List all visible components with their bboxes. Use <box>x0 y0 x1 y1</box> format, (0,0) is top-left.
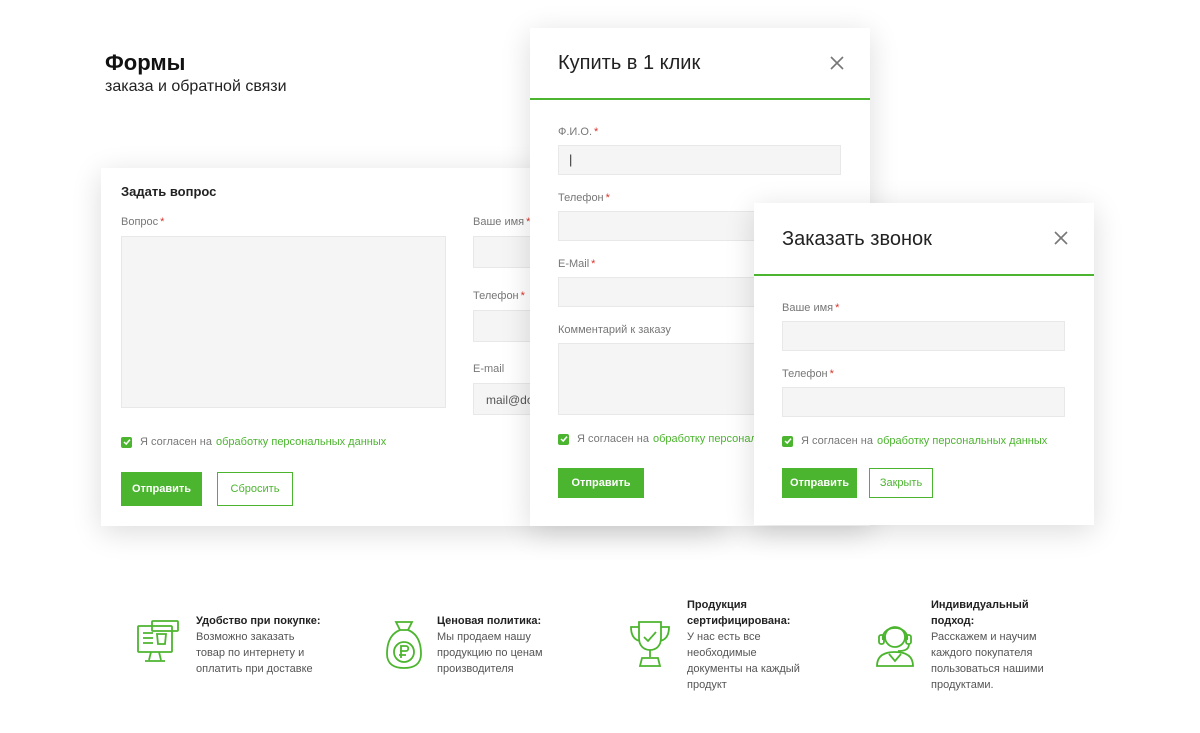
call-consent-link[interactable]: обработку персональных данных <box>877 435 1047 447</box>
buy-email-label: E-Mail * <box>558 258 596 270</box>
buy-phone-label: Телефон * <box>558 192 610 204</box>
fio-input[interactable]: | <box>558 145 841 175</box>
comment-label: Комментарий к заказу <box>558 324 671 336</box>
buy-consent-link[interactable]: обработку персональ <box>653 433 763 445</box>
email-label: E-mail <box>473 363 505 375</box>
support-agent-icon <box>876 626 914 667</box>
phone-label: Телефон * <box>473 290 525 302</box>
submit-button[interactable]: Отправить <box>121 472 202 506</box>
feature-title-1: Удобство при покупке: <box>196 615 321 627</box>
buy-submit-button[interactable]: Отправить <box>558 468 644 498</box>
fio-label: Ф.И.О. * <box>558 126 599 138</box>
feature-text-3: У нас есть все необходимые документы на ка… <box>687 631 800 691</box>
reset-button[interactable]: Сбросить <box>217 472 293 506</box>
buy-modal-title: Купить в 1 клик <box>558 52 701 74</box>
close-icon[interactable] <box>1054 231 1068 245</box>
feature-title-2: Ценовая политика: <box>437 615 542 627</box>
call-name-label: Ваше имя * <box>782 302 840 314</box>
buy-consent-checkbox[interactable] <box>558 433 569 445</box>
call-close-button[interactable]: Закрыть <box>869 468 933 498</box>
buy-consent: Я согласен на обработку персональ <box>558 433 763 445</box>
call-modal-title: Заказать звонок <box>782 228 932 250</box>
feature-text-2: Мы продаем нашу продукцию по ценам произво… <box>437 631 543 675</box>
close-icon[interactable] <box>830 56 844 70</box>
call-consent-checkbox[interactable] <box>782 435 793 447</box>
name-label: Ваше имя * <box>473 216 531 228</box>
check-icon <box>559 436 568 443</box>
call-modal-divider <box>754 274 1094 276</box>
call-consent: Я согласен на обработку персональных дан… <box>782 435 1047 447</box>
consent-link[interactable]: обработку персональных данных <box>216 436 386 448</box>
call-name-input[interactable] <box>782 321 1065 351</box>
check-icon <box>122 439 131 446</box>
call-phone-input[interactable] <box>782 387 1065 417</box>
check-icon <box>783 438 792 445</box>
call-submit-button[interactable]: Отправить <box>782 468 857 498</box>
order-call-modal: Заказать звонок Ваше имя * Телефон * Я сог… <box>754 203 1094 525</box>
feature-text-1: Возможно заказать товар по интернету и опл… <box>196 631 313 675</box>
question-consent: Я согласен на обработку персональных дан… <box>121 436 386 448</box>
question-form-title: Задать вопрос <box>121 184 217 199</box>
buy-modal-divider <box>530 98 870 100</box>
feature-title-4: Индивидуальный подход: <box>931 599 1029 627</box>
consent-checkbox[interactable] <box>121 436 132 448</box>
feature-text-4: Расскажем и научим каждого покупателя поль… <box>931 631 1044 691</box>
question-textarea[interactable] <box>121 236 446 408</box>
call-phone-label: Телефон * <box>782 368 834 380</box>
feature-title-3: Продукция сертифицирована: <box>687 599 791 627</box>
trophy-icon <box>630 621 670 667</box>
computer-cart-icon <box>137 620 179 662</box>
money-bag-icon <box>386 621 422 669</box>
page-title: Формы <box>105 50 186 75</box>
page-subtitle: заказа и обратной связи <box>105 78 287 95</box>
question-label: Вопрос * <box>121 216 165 228</box>
